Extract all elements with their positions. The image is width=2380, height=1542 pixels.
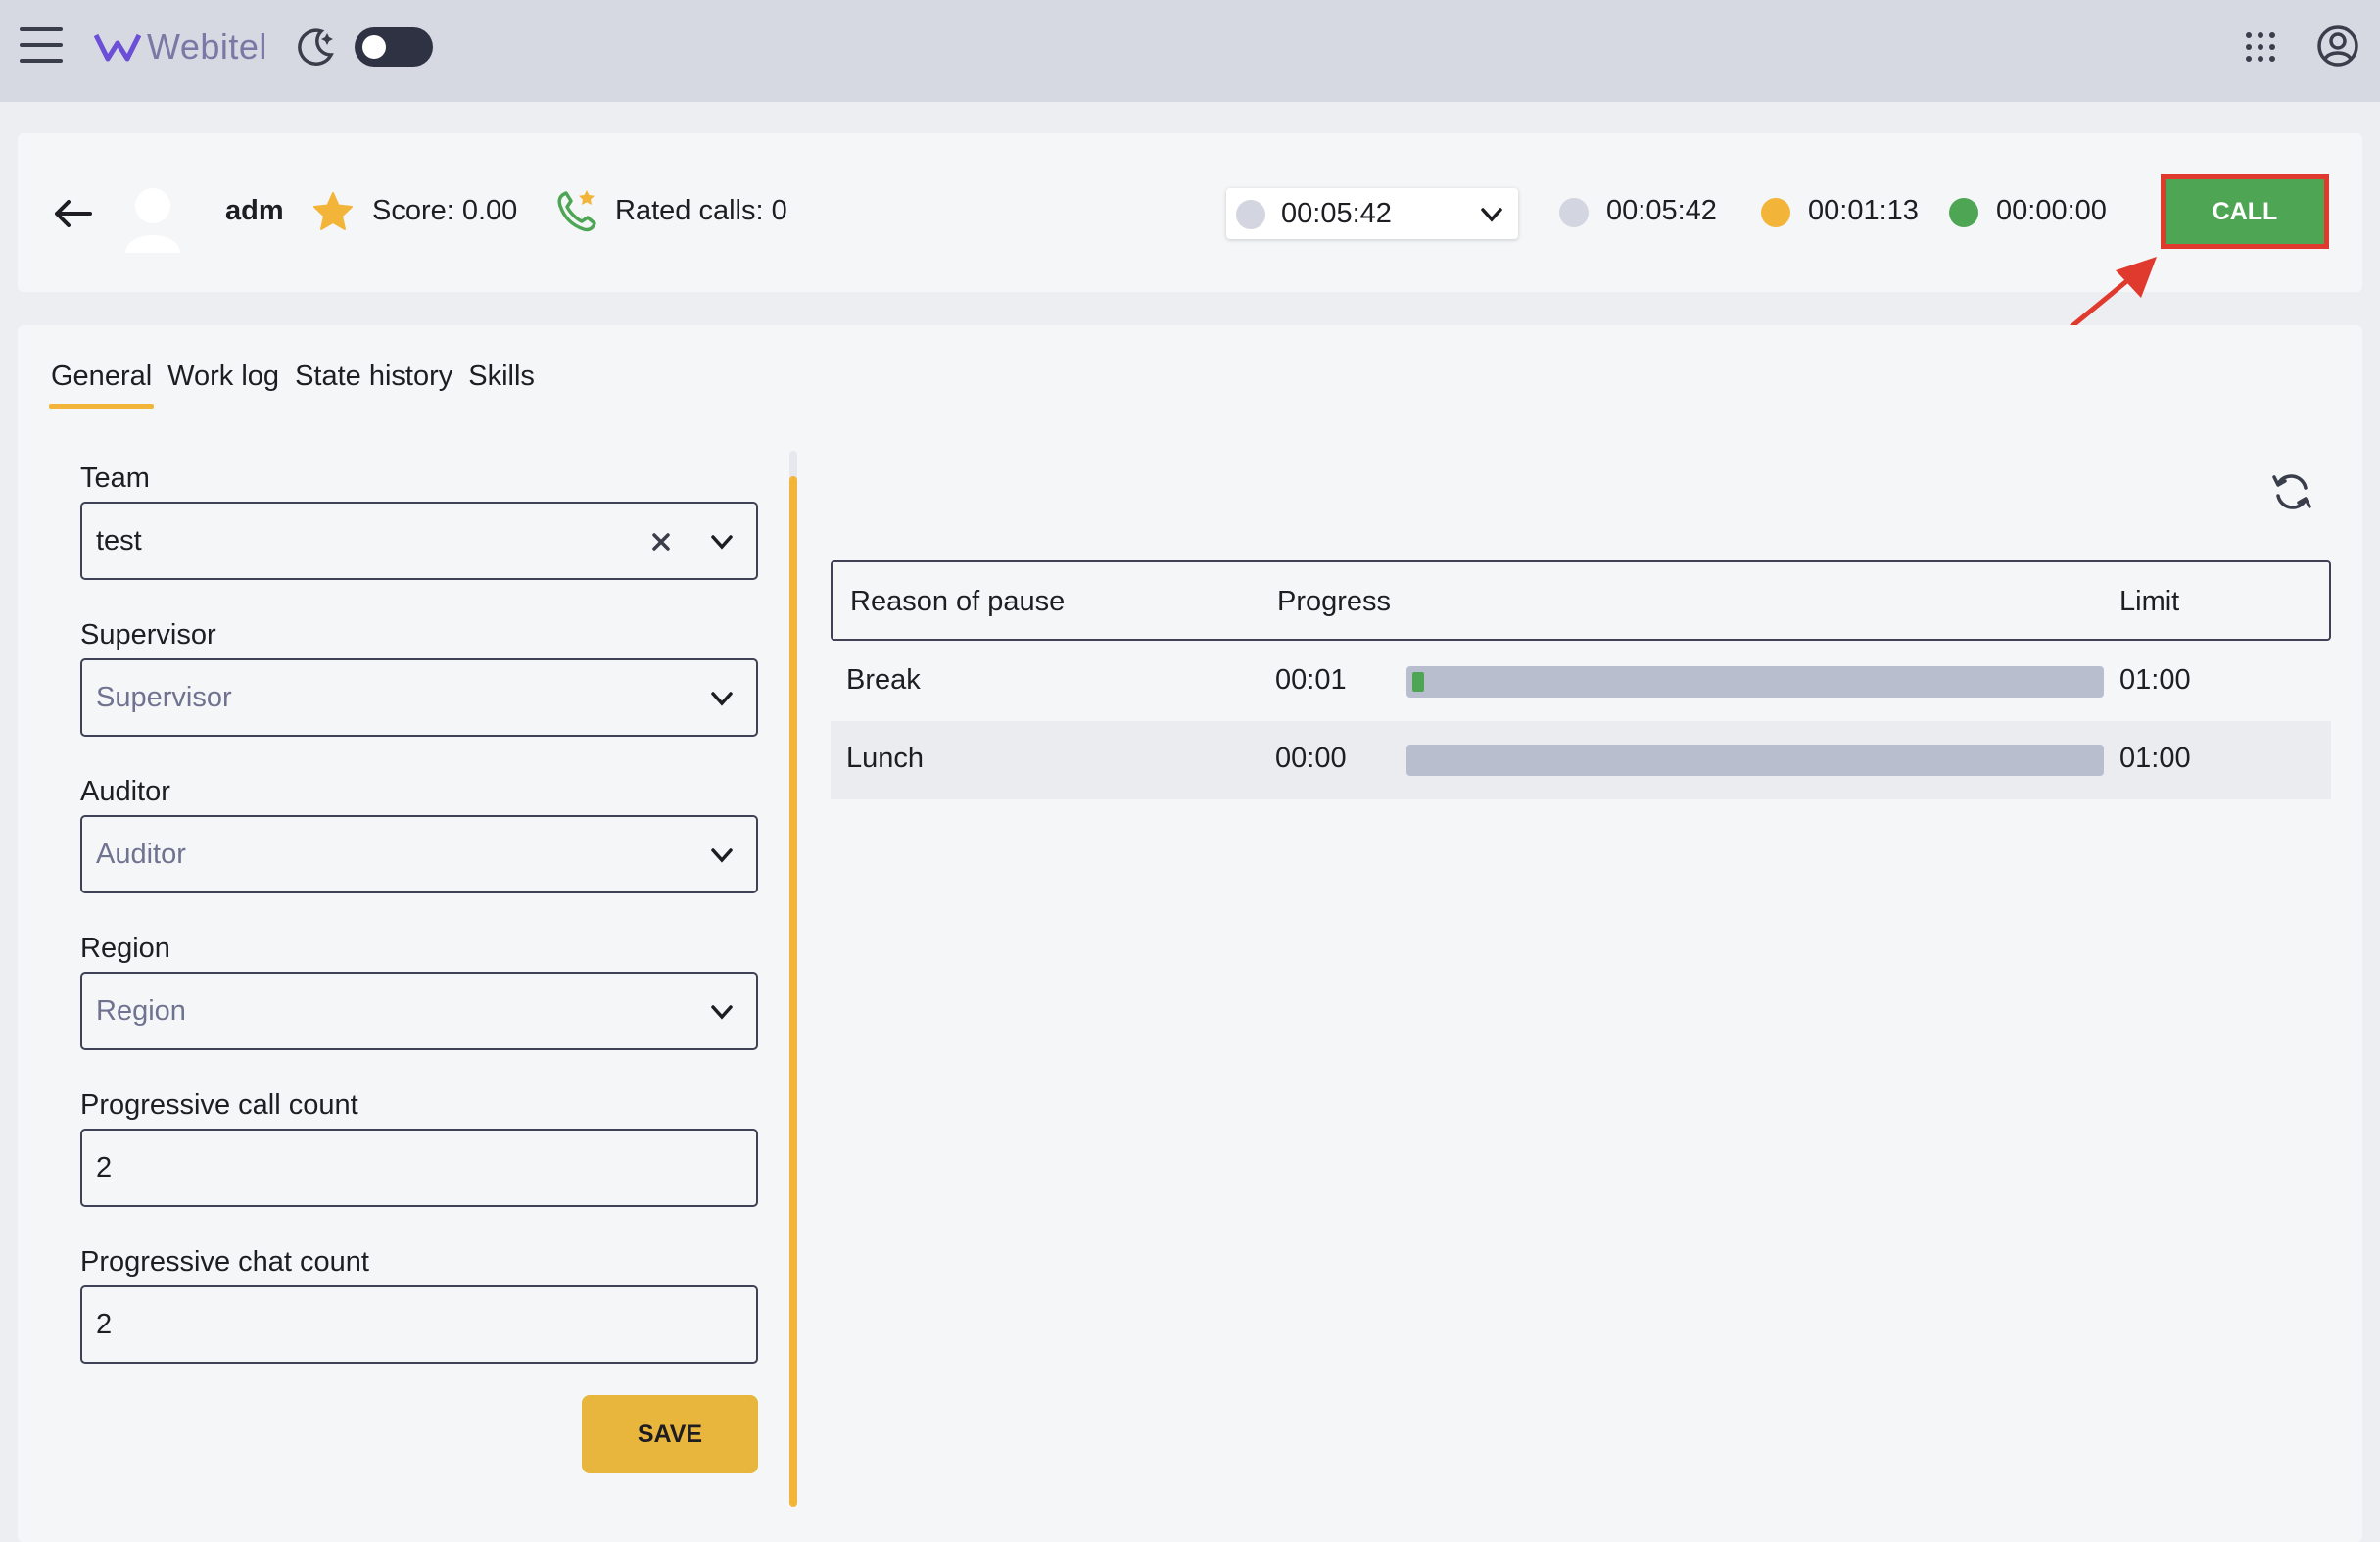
progressive-chat-count-value: 2: [96, 1309, 113, 1340]
tab-skills[interactable]: Skills: [468, 361, 535, 409]
user-account-icon[interactable]: [2315, 24, 2360, 69]
team-value: test: [96, 525, 142, 556]
agent-name: adm: [225, 195, 284, 226]
chevron-down-icon: [711, 848, 733, 863]
supervisor-select[interactable]: Supervisor: [80, 658, 758, 737]
supervisor-label: Supervisor: [80, 619, 216, 651]
logo[interactable]: Webitel: [94, 24, 267, 71]
region-placeholder: Region: [96, 995, 186, 1027]
avatar: [125, 188, 180, 253]
region-label: Region: [80, 933, 170, 964]
chevron-down-icon: [1481, 208, 1502, 222]
rated-calls-text: Rated calls: 0: [615, 195, 787, 226]
online-status-dot: [1949, 198, 1978, 227]
status-dot: [1236, 200, 1265, 229]
idle-timer: 00:05:42: [1606, 195, 1717, 226]
chevron-down-icon: [711, 535, 733, 550]
header-reason: Reason of pause: [850, 586, 1066, 617]
online-timer: 00:00:00: [1996, 195, 2107, 226]
team-select[interactable]: test: [80, 502, 758, 580]
progress-bar: [1406, 745, 2104, 776]
idle-status-dot: [1559, 198, 1589, 227]
tab-state-history[interactable]: State history: [295, 361, 452, 409]
rated-call-icon: [557, 190, 596, 232]
progressive-call-count-label: Progressive call count: [80, 1089, 358, 1121]
star-icon: [313, 192, 353, 230]
row-reason: Lunch: [846, 743, 925, 774]
progressive-call-count-input[interactable]: 2: [80, 1129, 758, 1207]
table-row: Break 00:01 01:00: [831, 643, 2331, 721]
progressive-chat-count-label: Progressive chat count: [80, 1246, 369, 1277]
header-limit: Limit: [2119, 586, 2180, 617]
row-time: 00:00: [1275, 743, 1347, 774]
chevron-down-icon: [711, 692, 733, 706]
tab-general[interactable]: General: [48, 361, 155, 409]
agent-status-select[interactable]: 00:05:42: [1226, 188, 1518, 239]
webitel-logo-icon: [94, 33, 141, 62]
theme-toggle[interactable]: [355, 27, 433, 67]
menu-icon[interactable]: [20, 27, 63, 67]
progressive-call-count-value: 2: [96, 1152, 113, 1183]
progressive-chat-count-input[interactable]: 2: [80, 1285, 758, 1364]
row-limit: 01:00: [2119, 664, 2191, 696]
pause-table-header: Reason of pause Progress Limit: [831, 560, 2331, 641]
chevron-down-icon: [711, 1005, 733, 1020]
header-progress: Progress: [1277, 586, 1392, 617]
region-select[interactable]: Region: [80, 972, 758, 1050]
dark-mode-icon[interactable]: [292, 24, 339, 71]
supervisor-placeholder: Supervisor: [96, 682, 232, 713]
tabs: General Work log State history Skills: [48, 361, 535, 409]
auditor-select[interactable]: Auditor: [80, 815, 758, 893]
save-button[interactable]: SAVE: [582, 1395, 758, 1473]
table-row: Lunch 00:00 01:00: [831, 721, 2331, 799]
call-button[interactable]: CALL: [2161, 174, 2329, 249]
row-time: 00:01: [1275, 664, 1347, 696]
row-limit: 01:00: [2119, 743, 2191, 774]
refresh-icon[interactable]: [2268, 468, 2315, 515]
auditor-placeholder: Auditor: [96, 839, 186, 870]
score-text: Score: 0.00: [372, 195, 518, 226]
back-arrow-icon[interactable]: [51, 192, 94, 235]
apps-grid-icon[interactable]: [2243, 29, 2278, 65]
pause-timer: 00:01:13: [1808, 195, 1919, 226]
auditor-label: Auditor: [80, 776, 170, 807]
close-icon[interactable]: [646, 527, 676, 556]
progress-fill: [1412, 672, 1424, 692]
row-reason: Break: [846, 664, 921, 696]
team-label: Team: [80, 462, 150, 494]
status-time: 00:05:42: [1281, 198, 1392, 229]
logo-text: Webitel: [147, 26, 267, 67]
progress-bar: [1406, 666, 2104, 698]
top-bar: Webitel: [0, 0, 2380, 102]
pause-status-dot: [1761, 198, 1790, 227]
scrollbar-thumb[interactable]: [789, 476, 797, 1507]
tab-work-log[interactable]: Work log: [167, 361, 279, 409]
